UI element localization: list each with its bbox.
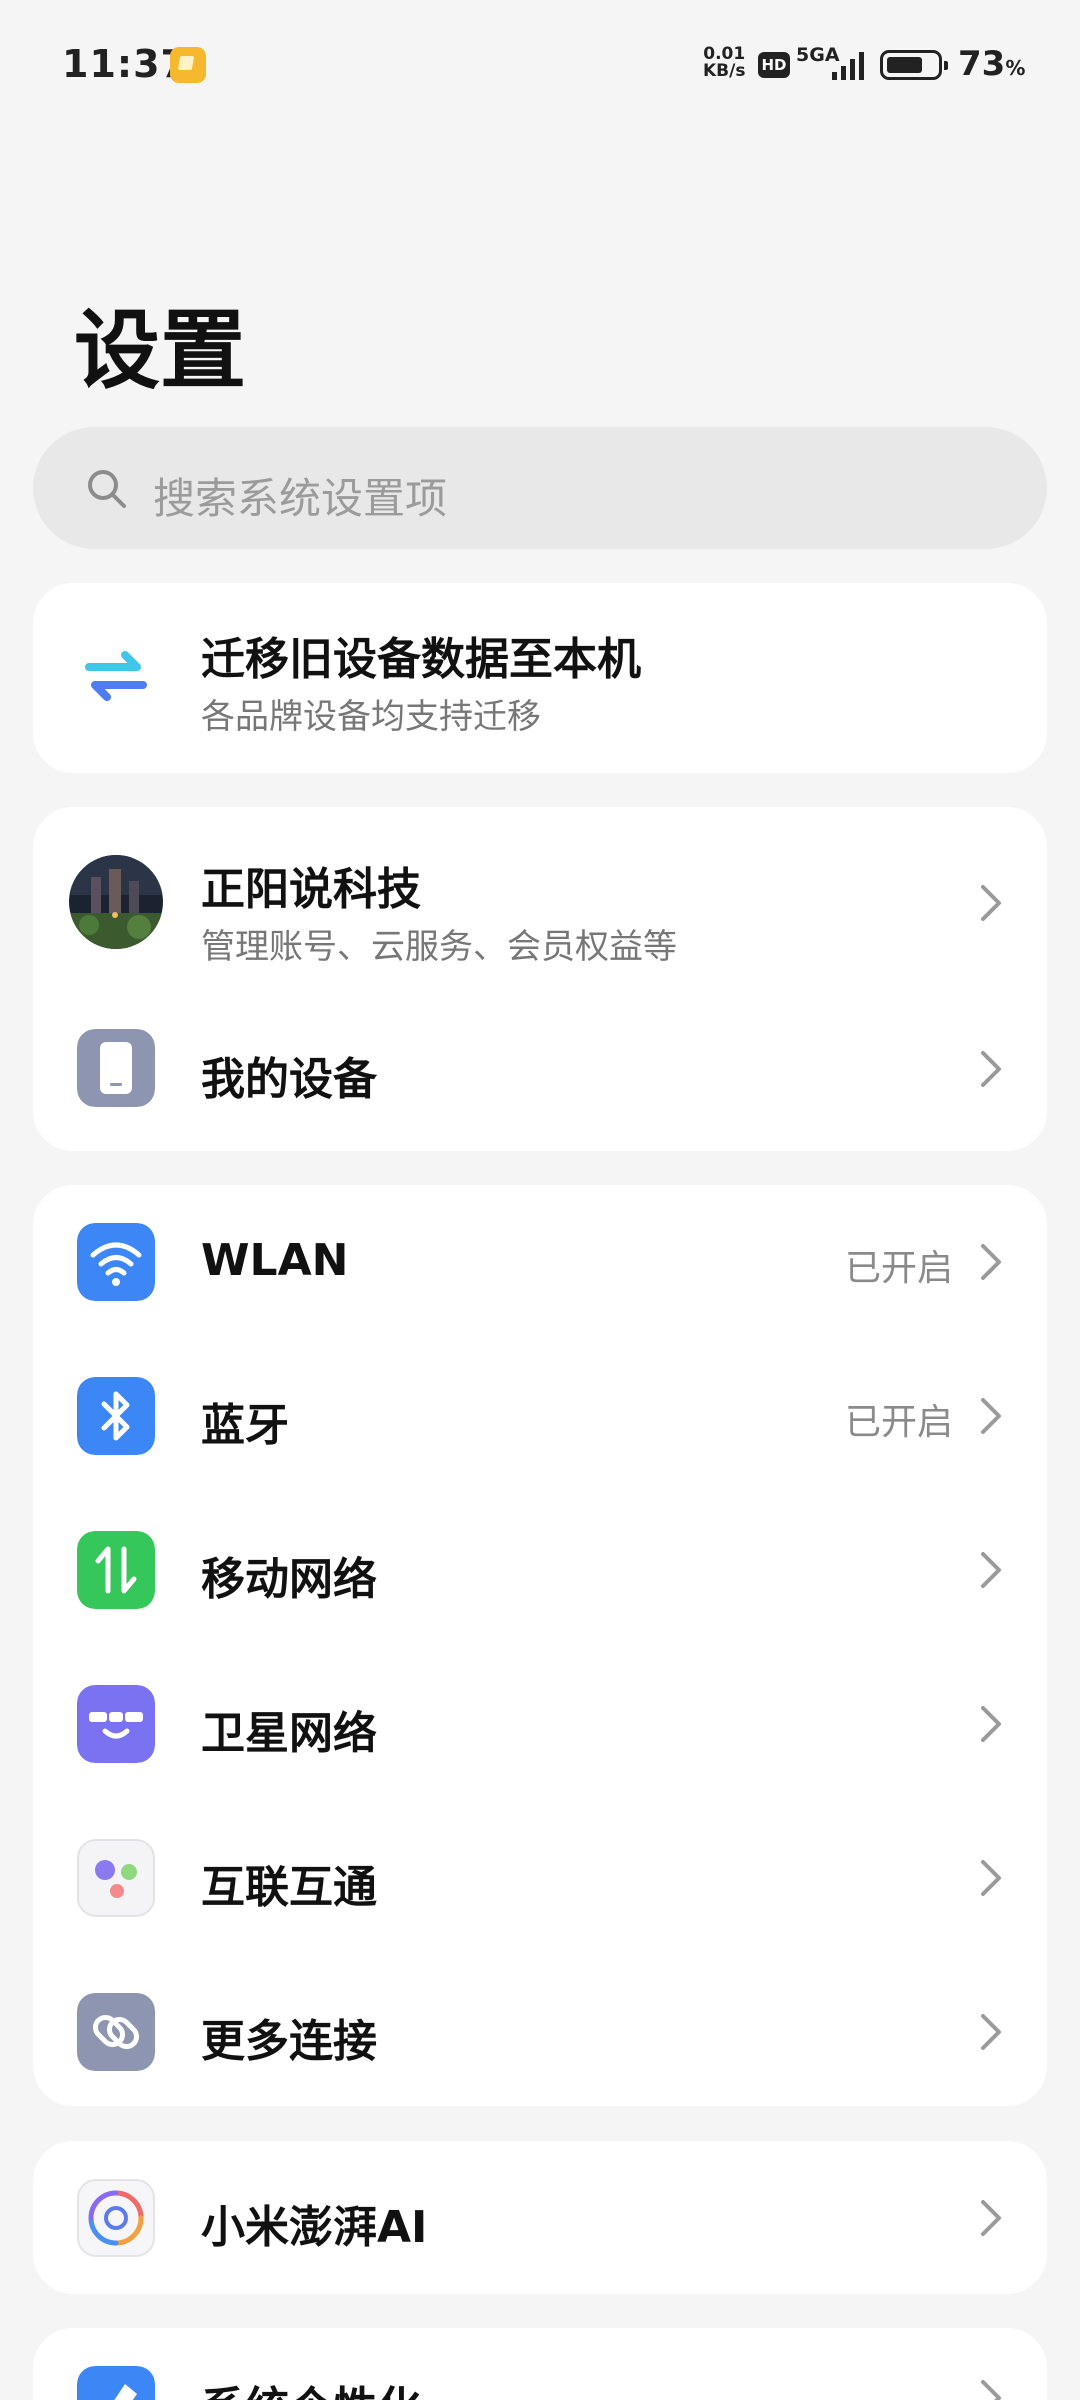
bluetooth-status: 已开启 (844, 1402, 953, 1443)
wlan-status: 已开启 (844, 1248, 953, 1289)
settings-item-label: 移动网络 (201, 1554, 377, 1605)
chevron-right-icon (979, 883, 1003, 923)
search-placeholder: 搜索系统设置项 (153, 474, 448, 523)
chevron-right-icon (979, 2378, 1003, 2400)
chevron-right-icon (979, 1858, 1003, 1898)
page-title: 设置 (74, 301, 246, 401)
phone-device-icon (77, 1029, 155, 1107)
mobile-data-icon (77, 1531, 155, 1609)
personalize-icon (77, 2366, 155, 2400)
settings-item-interconnect[interactable]: 互联互通 (33, 1801, 1047, 1955)
interconnect-icon (77, 1839, 155, 1917)
settings-item-label: 蓝牙 (201, 1400, 289, 1451)
account-card: 正阳说科技 管理账号、云服务、会员权益等 我的设备 (33, 807, 1047, 1151)
chevron-right-icon (979, 2198, 1003, 2238)
battery-icon (880, 50, 948, 80)
battery-percent: 73% (958, 44, 1026, 84)
wifi-icon (77, 1223, 155, 1301)
my-device-label: 我的设备 (201, 1054, 377, 1105)
migrate-card[interactable]: 迁移旧设备数据至本机 各品牌设备均支持迁移 (33, 583, 1047, 773)
settings-item-label: 更多连接 (201, 2016, 377, 2067)
migrate-subtitle: 各品牌设备均支持迁移 (201, 697, 541, 737)
settings-item-label: WLAN (201, 1235, 349, 1286)
bluetooth-icon (77, 1377, 155, 1455)
search-icon (88, 470, 126, 508)
status-bar: 11:37 0.01 KB/s HD 5GA 73% (0, 0, 1080, 130)
settings-item-mobile-network[interactable]: 移动网络 (33, 1493, 1047, 1647)
avatar (69, 855, 163, 949)
chevron-right-icon (979, 1049, 1003, 1089)
chevron-right-icon (979, 2012, 1003, 2052)
account-subtitle: 管理账号、云服务、会员权益等 (201, 927, 677, 967)
hyperai-icon (77, 2179, 155, 2257)
link-icon (77, 1993, 155, 2071)
satellite-icon (77, 1685, 155, 1763)
my-device-row[interactable]: 我的设备 (33, 989, 1047, 1151)
notification-icon (170, 47, 206, 83)
settings-item-wlan[interactable]: WLAN 已开启 (33, 1185, 1047, 1339)
chevron-right-icon (979, 1242, 1003, 1282)
settings-item-hyperai[interactable]: 小米澎湃AI (33, 2141, 1047, 2294)
transfer-arrows-icon (85, 651, 147, 701)
search-bar[interactable]: 搜索系统设置项 (33, 427, 1047, 549)
settings-item-personalize[interactable]: 系统个性化 (33, 2328, 1047, 2400)
hd-badge: HD (758, 52, 790, 78)
network-speed: 0.01 KB/s (703, 46, 745, 80)
signal-icon (832, 52, 864, 80)
chevron-right-icon (979, 1396, 1003, 1436)
account-row[interactable]: 正阳说科技 管理账号、云服务、会员权益等 (33, 807, 1047, 989)
chevron-right-icon (979, 1550, 1003, 1590)
ai-card: 小米澎湃AI (33, 2141, 1047, 2294)
connections-card: WLAN 已开启 蓝牙 已开启 移动网络 卫星网络 互联互通 更多连接 (33, 1185, 1047, 2106)
network-speed-unit: KB/s (703, 61, 746, 81)
personalize-card: 系统个性化 (33, 2328, 1047, 2400)
chevron-right-icon (979, 1704, 1003, 1744)
settings-item-more-connections[interactable]: 更多连接 (33, 1955, 1047, 2106)
migrate-title: 迁移旧设备数据至本机 (201, 634, 641, 685)
settings-item-label: 小米澎湃AI (201, 2202, 428, 2253)
settings-item-label: 卫星网络 (201, 1708, 377, 1759)
settings-item-label: 互联互通 (201, 1862, 377, 1913)
settings-item-label: 系统个性化 (201, 2372, 421, 2400)
battery-level (887, 57, 922, 73)
account-name: 正阳说科技 (201, 864, 421, 915)
settings-item-satellite-network[interactable]: 卫星网络 (33, 1647, 1047, 1801)
settings-item-bluetooth[interactable]: 蓝牙 已开启 (33, 1339, 1047, 1493)
